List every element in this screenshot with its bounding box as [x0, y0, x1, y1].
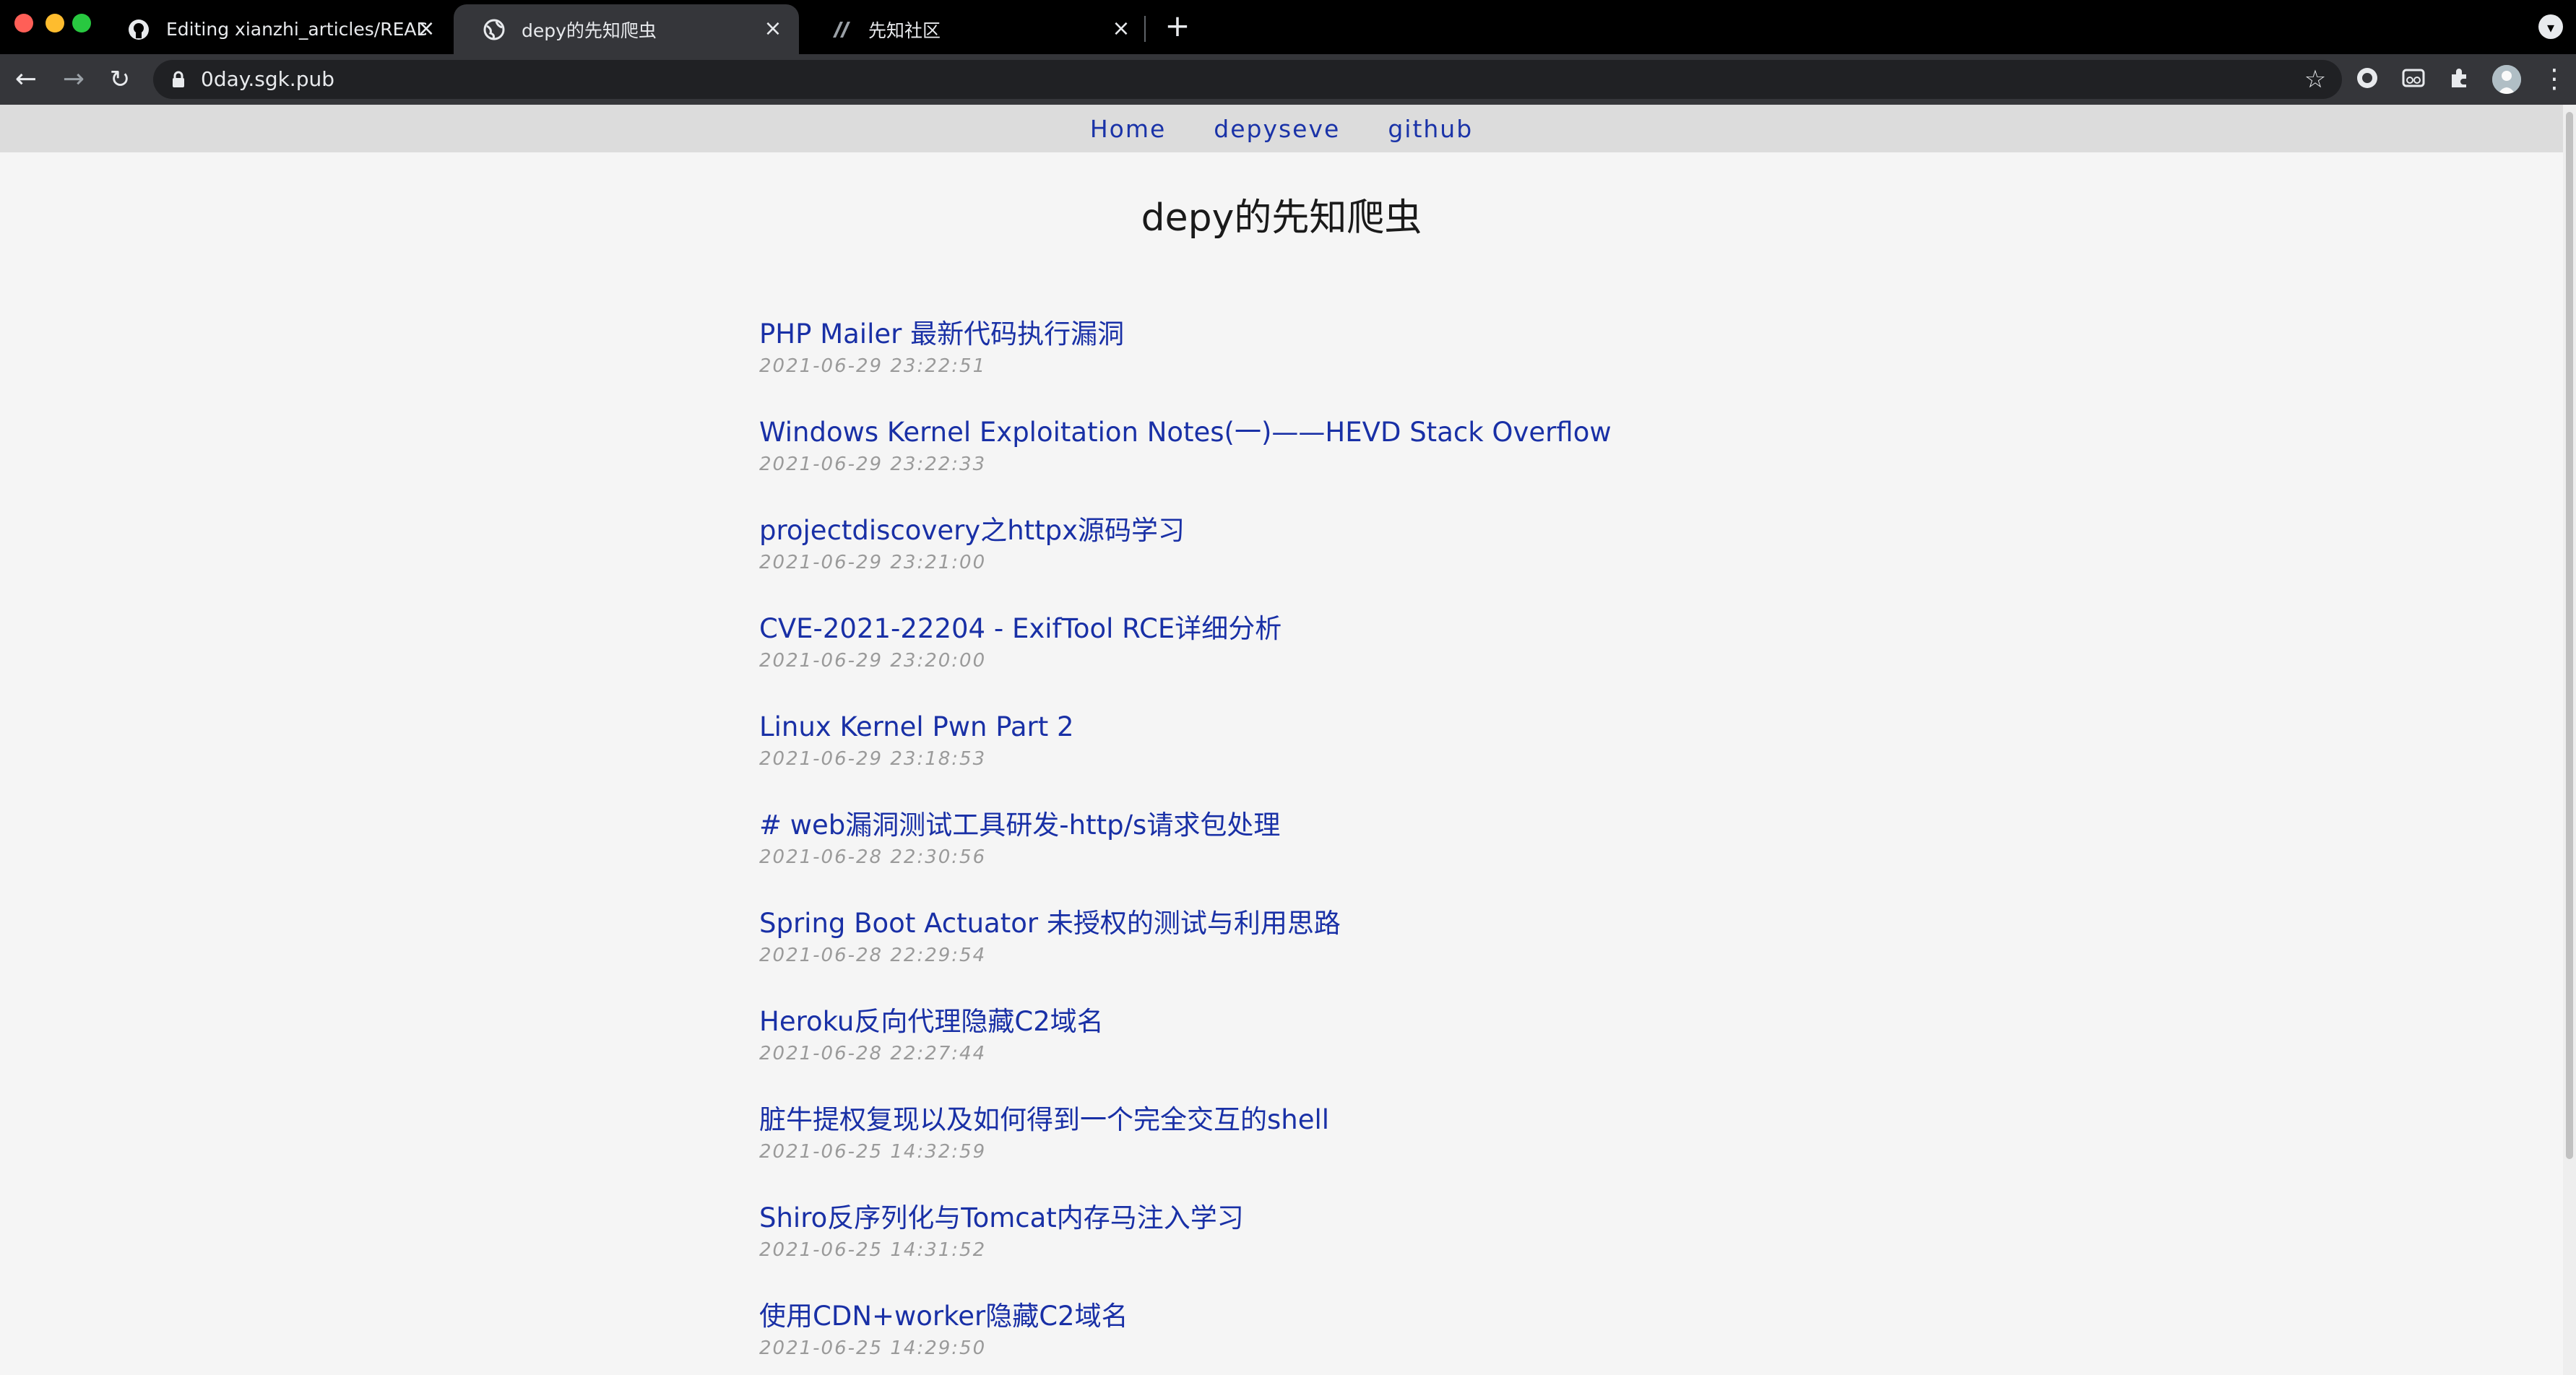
scrollbar-thumb[interactable]: [2566, 112, 2573, 1159]
xianzhi-icon: [829, 18, 852, 41]
list-item: projectdiscovery之httpx源码学习 2021-06-29 23…: [759, 513, 2276, 611]
github-icon: [127, 18, 150, 41]
tab-title: 先知社区: [868, 19, 941, 41]
tab-depy-crawler[interactable]: depy的先知爬虫 ×: [454, 4, 799, 54]
tab-xianzhi[interactable]: 先知社区 ×: [800, 4, 1147, 54]
post-date: 2021-06-29 23:22:51: [759, 355, 987, 377]
nav-link-depyseve[interactable]: depyseve: [1214, 115, 1340, 143]
page-title: depy的先知爬虫: [1141, 196, 1422, 240]
list-item: 脏牛提权复现以及如何得到一个完全交互的shell 2021-06-25 14:3…: [759, 1102, 2276, 1200]
tab-search-icon[interactable]: ▾: [2538, 14, 2563, 39]
post-title-link[interactable]: Spring Boot Actuator 未授权的测试与利用思路: [759, 906, 2276, 942]
post-title-link[interactable]: projectdiscovery之httpx源码学习: [759, 513, 2276, 549]
list-item: Heroku反向代理隐藏C2域名 2021-06-28 22:27:44: [759, 1004, 2276, 1102]
close-window-button[interactable]: [14, 14, 33, 32]
post-date: 2021-06-29 23:20:00: [759, 650, 987, 672]
post-date: 2021-06-28 22:27:44: [759, 1043, 987, 1064]
post-title-link[interactable]: Windows Kernel Exploitation Notes(一)——HE…: [759, 415, 2276, 451]
browser-toolbar: ← → ↻ 0day.sgk.pub ☆ ⋮: [0, 54, 2576, 105]
page-scrollbar[interactable]: [2563, 105, 2576, 1375]
post-date: 2021-06-28 22:30:56: [759, 846, 987, 868]
close-icon[interactable]: ×: [761, 17, 785, 40]
minimize-window-button[interactable]: [46, 14, 64, 32]
list-item: # web漏洞测试工具研发-http/s请求包处理 2021-06-28 22:…: [759, 807, 2276, 906]
site-nav: Home depyseve github: [0, 105, 2563, 152]
extensions-puzzle-icon[interactable]: [2446, 66, 2473, 93]
nav-link-home[interactable]: Home: [1090, 115, 1166, 143]
forward-arrow-icon[interactable]: →: [59, 65, 88, 94]
url-text[interactable]: 0day.sgk.pub: [201, 60, 334, 99]
post-title-link[interactable]: Heroku反向代理隐藏C2域名: [759, 1004, 2276, 1040]
close-icon[interactable]: ×: [415, 17, 438, 40]
list-item: PHP Mailer 最新代码执行漏洞 2021-06-29 23:22:51: [759, 316, 2276, 415]
post-date: 2021-06-29 23:21:00: [759, 552, 987, 573]
post-title-link[interactable]: CVE-2021-22204 - ExifTool RCE详细分析: [759, 611, 2276, 647]
post-title-link[interactable]: Shiro反序列化与Tomcat内存马注入学习: [759, 1200, 2276, 1236]
post-list: PHP Mailer 最新代码执行漏洞 2021-06-29 23:22:51 …: [759, 316, 2276, 1375]
post-title-link[interactable]: Linux Kernel Pwn Part 2: [759, 709, 2276, 745]
post-date: 2021-06-25 14:31:52: [759, 1239, 987, 1261]
tab-title: depy的先知爬虫: [522, 19, 657, 41]
post-title-link[interactable]: 脏牛提权复现以及如何得到一个完全交互的shell: [759, 1102, 2276, 1138]
bookmark-star-icon[interactable]: ☆: [2301, 66, 2329, 93]
tab-strip: Editing xianzhi_articles/README.md × dep…: [0, 0, 2576, 54]
address-bar[interactable]: 0day.sgk.pub ☆: [153, 60, 2342, 99]
post-date: 2021-06-25 14:29:50: [759, 1337, 987, 1359]
close-icon[interactable]: ×: [1110, 17, 1133, 40]
post-date: 2021-06-28 22:29:54: [759, 945, 987, 966]
new-tab-button[interactable]: +: [1163, 11, 1192, 42]
tab-title: Editing xianzhi_articles/README.md: [166, 19, 426, 40]
tab-divider: [1144, 16, 1146, 42]
list-item: Spring Boot Actuator 未授权的测试与利用思路 2021-06…: [759, 906, 2276, 1004]
maximize-window-button[interactable]: [72, 14, 91, 32]
more-menu-icon[interactable]: ⋮: [2541, 64, 2567, 95]
post-date: 2021-06-29 23:22:33: [759, 454, 987, 475]
globe-icon: [483, 18, 506, 41]
browser-window: Editing xianzhi_articles/README.md × dep…: [0, 0, 2576, 1375]
post-date: 2021-06-25 14:32:59: [759, 1141, 987, 1163]
reload-icon[interactable]: ↻: [105, 65, 134, 94]
post-title-link[interactable]: # web漏洞测试工具研发-http/s请求包处理: [759, 807, 2276, 843]
list-item: Windows Kernel Exploitation Notes(一)——HE…: [759, 415, 2276, 513]
lock-icon[interactable]: [169, 70, 188, 89]
extension-glasses-icon[interactable]: [2400, 66, 2427, 93]
list-item: CVE-2021-22204 - ExifTool RCE详细分析 2021-0…: [759, 611, 2276, 709]
back-arrow-icon[interactable]: ←: [12, 65, 40, 94]
list-item: 使用CDN+worker隐藏C2域名 2021-06-25 14:29:50: [759, 1298, 2276, 1375]
list-item: Shiro反序列化与Tomcat内存马注入学习 2021-06-25 14:31…: [759, 1200, 2276, 1298]
post-title-link[interactable]: 使用CDN+worker隐藏C2域名: [759, 1298, 2276, 1335]
tab-github-editing[interactable]: Editing xianzhi_articles/README.md ×: [98, 4, 452, 54]
page-viewport: Home depyseve github depy的先知爬虫 PHP Maile…: [0, 105, 2576, 1375]
profile-avatar[interactable]: [2492, 65, 2521, 94]
post-title-link[interactable]: PHP Mailer 最新代码执行漏洞: [759, 316, 2276, 352]
nav-link-github[interactable]: github: [1388, 115, 1473, 143]
list-item: Linux Kernel Pwn Part 2 2021-06-29 23:18…: [759, 709, 2276, 807]
post-date: 2021-06-29 23:18:53: [759, 748, 987, 770]
extension-circle-icon[interactable]: [2354, 66, 2381, 93]
